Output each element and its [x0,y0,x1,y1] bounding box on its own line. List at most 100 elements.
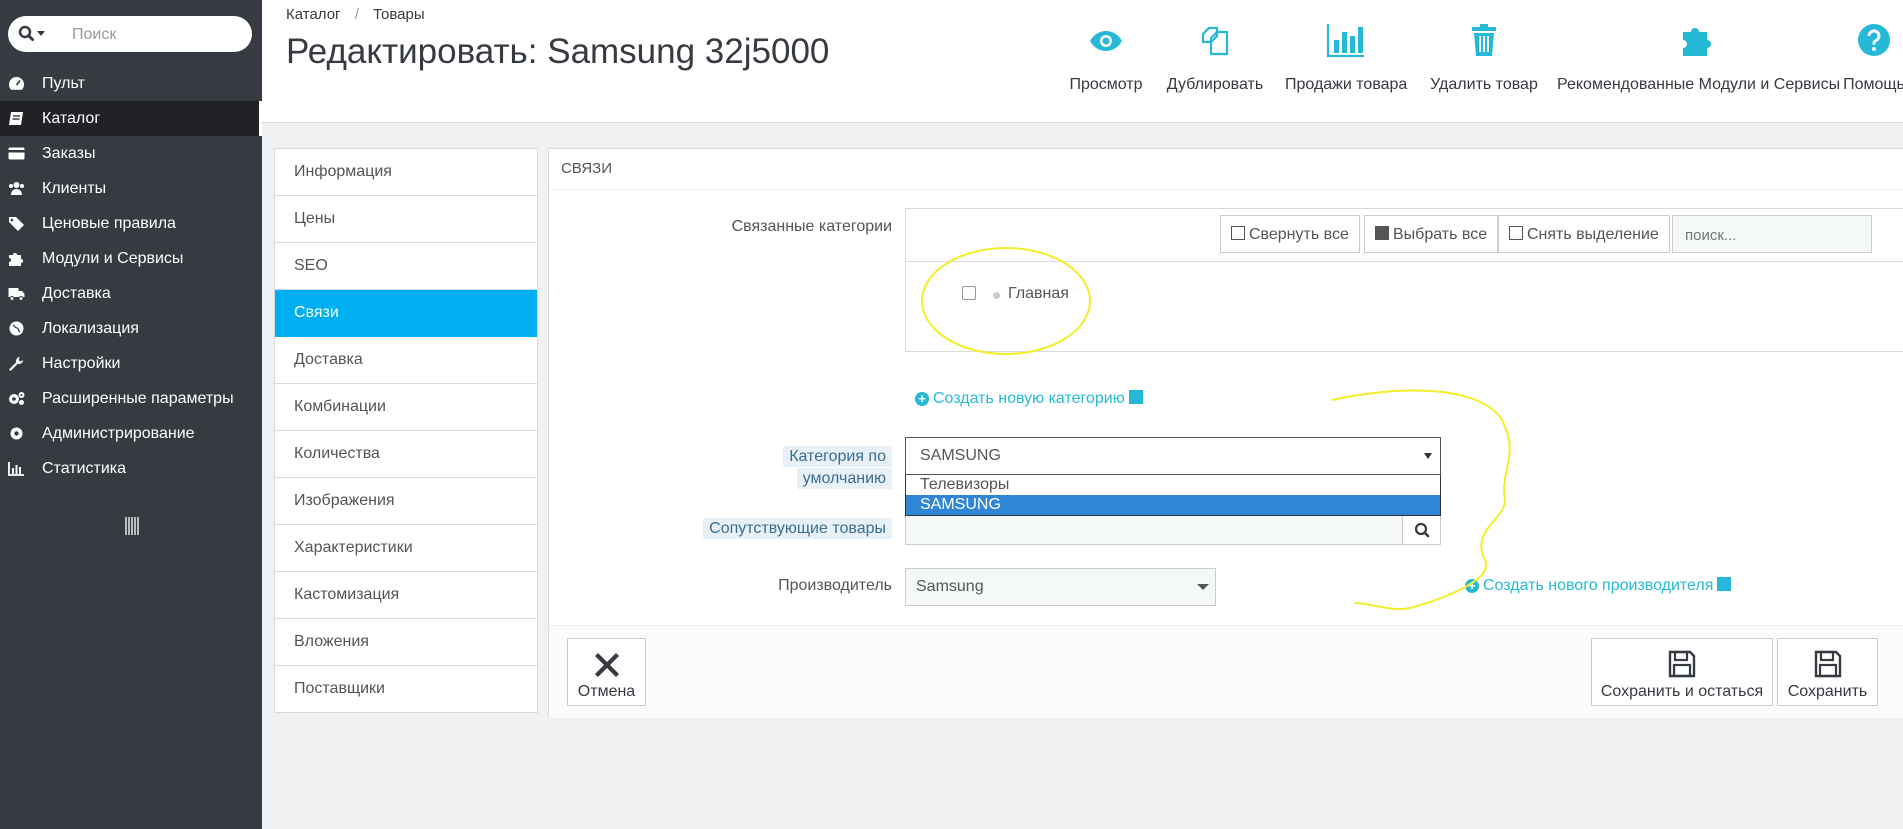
sidebar-nav: Пульт Каталог Заказы Клиенты Ценовые пра… [0,66,262,486]
sidebar-collapse-icon[interactable] [125,517,139,535]
cancel-label: Отмена [577,683,636,700]
tree-root-checkbox[interactable] [962,286,976,300]
sidebar-item-label: Каталог [42,110,101,127]
help-icon [1858,24,1890,56]
sidebar-item-price-rules[interactable]: Ценовые правила [0,206,262,241]
manufacturer-select[interactable]: Samsung [905,568,1216,606]
sidebar-item-label: Локализация [42,320,139,337]
preview-button[interactable]: Просмотр [1069,22,1143,94]
accessories-search-button[interactable] [1402,515,1441,545]
tree-search-input[interactable] [1683,226,1867,245]
cancel-button[interactable]: Отмена [567,638,646,706]
save-icon [1668,650,1696,678]
deselect-all-button[interactable]: Снять выделение [1498,215,1670,253]
sidebar-item-dashboard[interactable]: Пульт [0,66,262,101]
breadcrumb-products[interactable]: Товары [373,6,425,23]
bar-chart-icon [8,462,24,476]
search-icon[interactable] [18,25,48,43]
panel-footer: Отмена Сохранить и остаться Сохранить [549,625,1903,718]
tree-search[interactable] [1672,215,1872,253]
create-category-link[interactable]: + Создать новую категорию [915,390,1143,408]
tab-combinations[interactable]: Комбинации [275,384,537,431]
duplicate-button[interactable]: Дублировать [1166,22,1264,94]
users-icon [9,182,24,195]
category-tree: Свернуть все Выбрать все Снять выделение… [905,208,1903,352]
tab-suppliers[interactable]: Поставщики [275,666,537,712]
sidebar-item-shipping[interactable]: Доставка [0,276,262,311]
tab-images[interactable]: Изображения [275,478,537,525]
recommended-modules-button[interactable]: Рекомендованные Модули и Сервисы [1557,22,1841,94]
puzzle-icon [9,253,23,266]
sidebar-item-modules[interactable]: Модули и Сервисы [0,241,262,276]
tab-customization[interactable]: Кастомизация [275,572,537,619]
create-manufacturer-link[interactable]: + Создать нового производителя [1465,577,1732,595]
sidebar-item-settings[interactable]: Настройки [0,346,262,381]
tab-quantities[interactable]: Количества [275,431,537,478]
sidebar-item-label: Доставка [42,285,111,302]
panel-heading: СВЯЗИ [549,149,1903,190]
default-category-dropdown: Телевизоры SAMSUNG [905,475,1441,516]
tab-shipping[interactable]: Доставка [275,337,537,384]
select-all-button[interactable]: Выбрать все [1364,215,1499,253]
search-input[interactable] [70,23,244,47]
create-category-label: Создать новую категорию [933,390,1125,407]
tab-prices[interactable]: Цены [275,196,537,243]
delete-product-label: Удалить товар [1430,76,1538,93]
sidebar-item-label: Настройки [42,355,121,372]
puzzle-icon [1683,28,1711,56]
manufacturer-value: Samsung [916,578,984,595]
tab-attachments[interactable]: Вложения [275,619,537,666]
recommended-modules-label: Рекомендованные Модули и Сервисы [1557,76,1841,93]
sidebar-item-orders[interactable]: Заказы [0,136,262,171]
tab-associations[interactable]: Связи [275,290,537,337]
tab-features[interactable]: Характеристики [275,525,537,572]
globe-icon [9,321,24,336]
dropdown-option-selected[interactable]: SAMSUNG [906,495,1440,515]
cogs-icon [9,392,25,405]
save-and-stay-button[interactable]: Сохранить и остаться [1591,638,1773,706]
associations-panel: СВЯЗИ Связанные категории Свернуть все В… [548,148,1903,718]
sidebar-item-label: Клиенты [42,180,107,197]
collapse-all-button[interactable]: Свернуть все [1220,215,1360,253]
delete-product-button[interactable]: Удалить товар [1429,22,1539,94]
sidebar: Пульт Каталог Заказы Клиенты Ценовые пра… [0,0,262,829]
sidebar-item-customers[interactable]: Клиенты [0,171,262,206]
tab-information[interactable]: Информация [275,149,537,196]
dropdown-option[interactable]: Телевизоры [906,475,1440,495]
default-category-label-line1: Категория по [783,446,892,467]
save-icon [1814,650,1841,678]
sidebar-item-administration[interactable]: Администрирование [0,416,262,451]
sidebar-item-statistics[interactable]: Статистика [0,451,262,486]
caret-down-icon [1197,584,1209,590]
default-category-select[interactable]: SAMSUNG [905,437,1441,475]
select-all-label: Выбрать все [1393,226,1488,243]
truck-icon [8,288,25,301]
search-icon [1414,522,1430,538]
sales-label: Продажи товара [1285,76,1408,93]
gear-icon [10,427,23,440]
accessories-input[interactable] [905,515,1402,545]
tree-root-label[interactable]: Главная [1008,285,1069,303]
tab-seo[interactable]: SEO [275,243,537,290]
sidebar-item-localization[interactable]: Локализация [0,311,262,346]
linked-categories-label: Связанные категории [731,218,892,235]
tree-node-dot-icon [993,292,1000,299]
page-title: Редактировать: Samsung 32j5000 [286,32,830,71]
sidebar-item-catalog[interactable]: Каталог [0,101,262,136]
create-manufacturer-label: Создать нового производителя [1483,577,1714,594]
sidebar-search[interactable] [8,16,252,52]
sidebar-item-label: Заказы [42,145,96,162]
tags-icon [9,217,24,231]
save-button[interactable]: Сохранить [1777,638,1878,706]
sidebar-item-advanced[interactable]: Расширенные параметры [0,381,262,416]
breadcrumb-catalog[interactable]: Каталог [286,6,341,23]
save-label: Сохранить [1787,683,1868,700]
external-link-icon [1128,390,1143,404]
default-category-label: Категория по умолчанию [729,446,892,490]
collapse-all-label: Свернуть все [1249,226,1349,243]
accessories-label: Сопутствующие товары [679,518,892,539]
credit-card-icon [8,147,25,160]
help-button[interactable]: Помощь [1839,22,1903,94]
sales-button[interactable]: Продажи товара [1285,22,1407,94]
deselect-all-label: Снять выделение [1527,226,1659,243]
